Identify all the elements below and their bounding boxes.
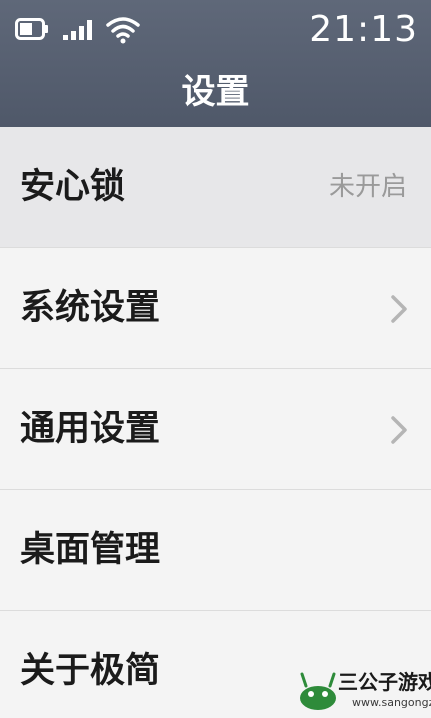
settings-item-label: 安心锁 — [20, 167, 126, 207]
settings-item-value: 未开启 — [328, 172, 407, 202]
watermark-text: 三公子游戏网 — [338, 670, 431, 694]
settings-item-system[interactable]: 系统设置 — [0, 248, 431, 369]
settings-item-label: 通用设置 — [20, 409, 161, 449]
chevron-right-icon — [391, 416, 407, 444]
watermark-url: www.sangongzi.net — [352, 696, 431, 709]
settings-item-label: 系统设置 — [20, 288, 161, 328]
settings-item-general[interactable]: 通用设置 — [0, 369, 431, 490]
status-bar: 21:13 — [0, 0, 431, 58]
wifi-icon — [106, 17, 140, 44]
settings-item-security-lock[interactable]: 安心锁 未开启 — [0, 127, 431, 248]
battery-icon — [15, 18, 48, 40]
settings-list: 安心锁 未开启 系统设置 通用设置 桌面管理 关于极简 — [0, 127, 431, 718]
watermark-logo-icon — [300, 672, 336, 710]
settings-screen: 21:13 设置 安心锁 未开启 系统设置 通用设置 桌面管理 关于极简 三公子… — [0, 0, 431, 718]
signal-icon — [63, 20, 92, 40]
settings-item-label: 桌面管理 — [20, 530, 161, 570]
header-bar: 21:13 设置 — [0, 0, 431, 127]
settings-item-label: 关于极简 — [20, 651, 161, 691]
page-title: 设置 — [181, 72, 250, 112]
settings-item-desktop[interactable]: 桌面管理 — [0, 490, 431, 611]
chevron-right-icon — [391, 295, 407, 323]
status-clock: 21:13 — [309, 9, 418, 50]
watermark: 三公子游戏网 www.sangongzi.net — [296, 664, 431, 718]
